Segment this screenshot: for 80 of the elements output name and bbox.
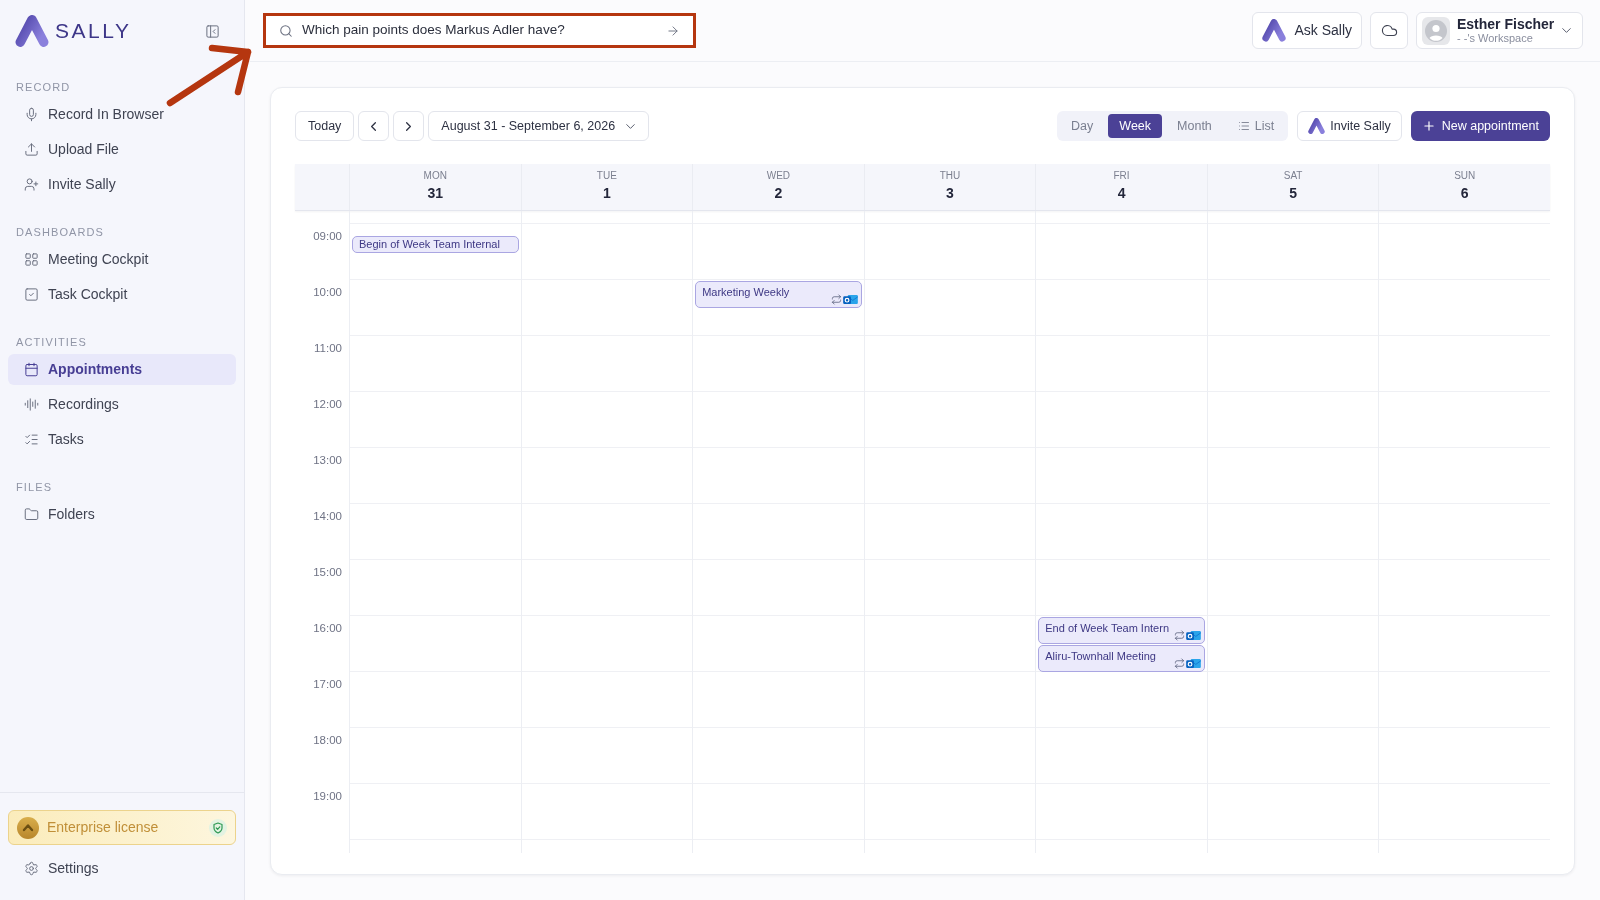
previous-week-button[interactable] [358, 111, 390, 141]
microphone-icon [24, 107, 39, 122]
day-number: 5 [1289, 185, 1298, 202]
nav-item[interactable]: Task Cockpit [8, 279, 236, 310]
time-label: 09:00 [313, 230, 342, 244]
nav-item[interactable]: Folders [8, 499, 236, 530]
invite-button[interactable]: Invite Sally [1297, 111, 1402, 141]
calendar-icon [24, 362, 39, 377]
brand-name: SALLY [55, 18, 132, 45]
day-number: 2 [774, 185, 783, 202]
chevron-badge-icon [17, 816, 39, 839]
upload-icon [24, 142, 39, 157]
nav-item[interactable]: Invite Sally [8, 169, 236, 200]
cloud-icon [1380, 22, 1398, 39]
time-label: 16:00 [313, 622, 342, 636]
user-plus-icon [24, 177, 39, 192]
submit-arrow-icon[interactable] [666, 23, 680, 38]
weekday-label: MON [423, 170, 447, 182]
time-label: 17:00 [313, 678, 342, 692]
nav-item[interactable]: Tasks [8, 424, 236, 455]
ask-button[interactable]: Ask Sally [1252, 12, 1362, 49]
checklist-icon [24, 432, 39, 447]
day-number: 3 [946, 185, 954, 202]
nav-item[interactable]: Settings [8, 853, 236, 884]
nav-item[interactable]: Meeting Cockpit [8, 244, 236, 275]
time-label: 19:00 [313, 790, 342, 804]
next-week-button[interactable] [393, 111, 425, 141]
section-label: FILES [15, 480, 54, 494]
user-menu[interactable]: Esther Fischer - -'s Workspace [1416, 12, 1583, 49]
nav-item[interactable]: Recordings [8, 389, 236, 420]
calendar-event[interactable]: End of Week Team Intern [1038, 617, 1205, 644]
time-label: 14:00 [313, 510, 342, 524]
time-label: 10:00 [313, 286, 342, 300]
day-number: 1 [602, 185, 611, 202]
day-number: 6 [1460, 185, 1469, 202]
cloud-button[interactable] [1370, 12, 1408, 49]
weekday-label: TUE [596, 170, 617, 182]
weekday-label: THU [939, 170, 961, 182]
view-tab[interactable]: Day [1060, 114, 1105, 138]
search-field[interactable]: Which pain points does Markus Adler have? [263, 13, 696, 48]
calendar-event[interactable]: Begin of Week Team Internal [352, 236, 519, 253]
checkbox-icon [24, 287, 39, 302]
weekday-label: SAT [1283, 170, 1303, 182]
list-icon [1237, 120, 1250, 132]
view-tab[interactable]: List [1226, 114, 1286, 138]
weekday-label: WED [766, 170, 791, 182]
section-label: DASHBOARDS [15, 225, 106, 239]
day-number: 4 [1117, 185, 1126, 202]
calendar-event[interactable]: Marketing Weekly [695, 281, 862, 308]
time-label: 13:00 [313, 454, 342, 468]
logo-icon [1308, 118, 1326, 134]
calendar-event[interactable]: Aliru-Townhall Meeting [1038, 645, 1205, 672]
view-tab[interactable]: Month [1166, 114, 1223, 138]
time-label: 12:00 [313, 398, 342, 412]
nav-item[interactable]: Record In Browser [8, 99, 236, 130]
folder-icon [24, 507, 39, 522]
grid-icon [24, 252, 39, 267]
shield-check-icon [209, 818, 227, 837]
section-label: RECORD [15, 80, 72, 94]
time-label: 11:00 [314, 342, 342, 356]
search-icon [279, 23, 293, 38]
day-number: 31 [427, 185, 444, 202]
time-label: 18:00 [313, 734, 342, 748]
time-label: 15:00 [313, 566, 342, 580]
section-label: ACTIVITIES [15, 335, 88, 349]
settings-icon [24, 861, 39, 876]
weekday-label: SUN [1454, 170, 1476, 182]
avatar-icon [1422, 16, 1450, 45]
date-range-dropdown[interactable]: August 31 - September 6, 2026 [428, 111, 650, 141]
plus-icon [1421, 119, 1436, 133]
nav-item[interactable]: Appointments [8, 354, 236, 385]
collapse-sidebar-icon[interactable] [205, 23, 220, 39]
logo-icon [1262, 19, 1287, 42]
logo-icon [15, 15, 49, 47]
weekday-label: FRI [1113, 170, 1130, 182]
today-button[interactable]: Today [295, 111, 355, 141]
view-tab[interactable]: Week [1108, 114, 1163, 138]
audio-wave-icon [24, 397, 39, 412]
nav-item[interactable]: Upload File [8, 134, 236, 165]
new-appointment-button[interactable]: New appointment [1410, 111, 1550, 141]
